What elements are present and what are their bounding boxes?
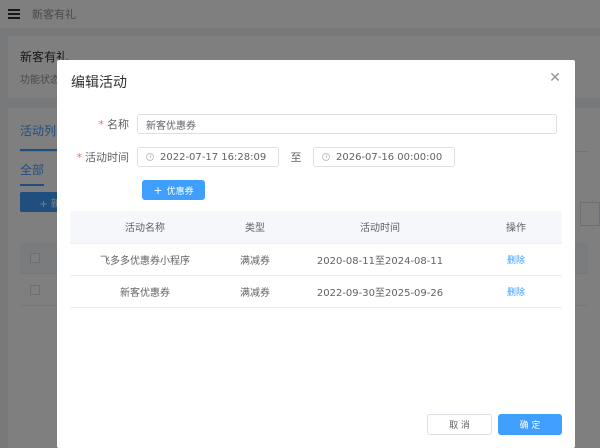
range-separator: 至 (290, 151, 302, 164)
col-header-type: 类型 (220, 211, 290, 244)
name-input[interactable]: 新客优惠券 (137, 114, 557, 134)
table-header-row: 活动名称 类型 活动时间 操作 (70, 211, 562, 244)
cancel-button[interactable]: 取 消 (427, 414, 492, 435)
time-form-row: * 活动时间 2022-07-17 16:28:09 至 2026-07-16 0… (57, 147, 455, 167)
table-row: 飞多多优惠券小程序 满减券 2020-08-11至2024-08-11 删除 (70, 243, 562, 276)
cell-type: 满减券 (220, 243, 290, 276)
start-time-input[interactable]: 2022-07-17 16:28:09 (137, 147, 279, 167)
col-header-action: 操作 (470, 211, 562, 244)
required-mark: * (98, 118, 105, 131)
cell-period: 2022-09-30至2025-09-26 (290, 275, 470, 308)
col-header-period: 活动时间 (290, 211, 470, 244)
cell-action: 删除 (470, 275, 562, 308)
cell-action: 删除 (470, 243, 562, 276)
plus-icon: + (153, 183, 163, 197)
clock-icon (322, 153, 330, 161)
name-label: * 名称 (98, 118, 130, 131)
cell-name: 飞多多优惠券小程序 (70, 243, 220, 276)
clock-icon (146, 153, 154, 161)
cell-type: 满减券 (220, 275, 290, 308)
close-icon[interactable]: ✕ (547, 70, 563, 86)
confirm-button[interactable]: 确 定 (498, 414, 562, 435)
end-time-input[interactable]: 2026-07-16 00:00:00 (313, 147, 455, 167)
col-header-name: 活动名称 (70, 211, 220, 244)
time-label: * 活动时间 (76, 151, 130, 164)
table-row: 新客优惠券 满减券 2022-09-30至2025-09-26 删除 (70, 275, 562, 308)
add-coupon-button[interactable]: + 优惠券 (142, 180, 205, 200)
dialog-title: 编辑活动 (71, 75, 127, 91)
delete-link[interactable]: 删除 (507, 288, 525, 298)
name-form-row: * 名称 新客优惠券 (57, 114, 557, 134)
coupon-table: 活动名称 类型 活动时间 操作 飞多多优惠券小程序 满减券 2020-08-11… (70, 211, 562, 308)
edit-activity-dialog: 编辑活动 ✕ * 名称 新客优惠券 * 活动时间 2022-07-17 16:28:… (57, 60, 575, 448)
cell-period: 2020-08-11至2024-08-11 (290, 243, 470, 276)
required-mark: * (76, 151, 83, 164)
cell-name: 新客优惠券 (70, 275, 220, 308)
delete-link[interactable]: 删除 (507, 256, 525, 266)
